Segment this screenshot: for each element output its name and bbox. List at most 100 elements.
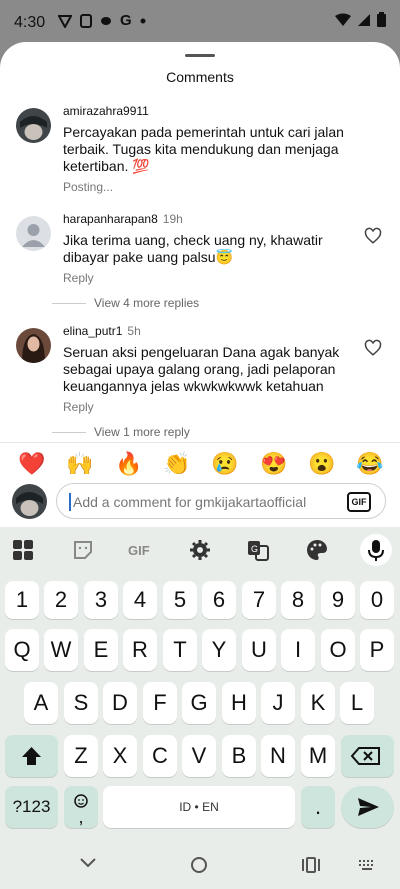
key-d[interactable]: D [103, 682, 137, 724]
key-l[interactable]: L [340, 682, 374, 724]
avatar[interactable] [16, 216, 51, 251]
heart-icon[interactable] [364, 227, 382, 245]
key-j[interactable]: J [261, 682, 295, 724]
recents-icon[interactable] [301, 856, 321, 874]
key-a[interactable]: A [24, 682, 58, 724]
send-icon [358, 798, 379, 816]
key-z[interactable]: Z [64, 735, 98, 777]
comment-username[interactable]: elina_putr1 [63, 324, 122, 338]
voice-input-button[interactable] [360, 534, 392, 566]
key-c[interactable]: C [143, 735, 177, 777]
key-label: I [294, 637, 302, 662]
key-4[interactable]: 4 [123, 581, 157, 619]
key-label: R [132, 637, 148, 662]
key-r[interactable]: R [123, 629, 157, 671]
translate-icon[interactable]: G [247, 539, 269, 561]
settings-icon[interactable] [189, 539, 211, 561]
key-o[interactable]: O [321, 629, 355, 671]
key-label: X [112, 743, 128, 768]
period-key[interactable]: . [301, 786, 335, 828]
gif-button[interactable]: GIF [347, 492, 371, 512]
space-key[interactable]: ID • EN [103, 786, 295, 828]
key-label: 3 [94, 587, 108, 612]
shift-key[interactable] [5, 735, 58, 777]
key-2[interactable]: 2 [44, 581, 78, 619]
comment-username[interactable]: harapanharapan8 [63, 212, 158, 226]
key-w[interactable]: W [44, 629, 78, 671]
shield-v-icon [58, 15, 72, 28]
backspace-key[interactable] [341, 735, 394, 777]
key-i[interactable]: I [281, 629, 315, 671]
key-m[interactable]: M [301, 735, 335, 777]
avatar[interactable] [16, 328, 51, 363]
key-label: Q [13, 637, 31, 662]
key-5[interactable]: 5 [163, 581, 197, 619]
symbols-key[interactable]: ?123 [5, 786, 58, 828]
emoji-heart[interactable]: ❤️ [18, 452, 45, 476]
comment-input[interactable]: Add a comment for gmkijakartaofficial GI… [56, 483, 386, 519]
gif-tab[interactable]: GIF [128, 543, 156, 565]
key-v[interactable]: V [182, 735, 216, 777]
palette-icon[interactable] [306, 539, 328, 561]
key-h[interactable]: H [222, 682, 256, 724]
send-key[interactable] [341, 786, 394, 828]
key-q[interactable]: Q [5, 629, 39, 671]
messenger-icon [101, 17, 111, 25]
key-7[interactable]: 7 [242, 581, 276, 619]
key-e[interactable]: E [84, 629, 118, 671]
key-b[interactable]: B [222, 735, 256, 777]
emoji-heart-eyes[interactable]: 😍 [260, 452, 287, 476]
key-label: B [231, 743, 247, 768]
sheet-title: Comments [166, 69, 234, 85]
key-label: 7 [252, 587, 266, 612]
key-y[interactable]: Y [202, 629, 236, 671]
home-circle-icon[interactable] [190, 856, 208, 874]
apps-grid-icon[interactable] [12, 539, 34, 561]
reply-button[interactable]: Reply [63, 400, 353, 414]
key-g[interactable]: G [182, 682, 216, 724]
heart-icon[interactable] [364, 339, 382, 357]
key-t[interactable]: T [163, 629, 197, 671]
keyboard-switch-icon[interactable] [358, 858, 376, 872]
chevron-down-icon[interactable] [78, 856, 98, 870]
key-label: 6 [212, 587, 226, 612]
key-u[interactable]: U [242, 629, 276, 671]
sticker-icon[interactable] [72, 539, 94, 561]
emoji-fire[interactable]: 🔥 [115, 452, 142, 476]
key-label: D [112, 690, 128, 715]
view-more-replies[interactable]: View 1 more reply [52, 425, 190, 439]
key-3[interactable]: 3 [84, 581, 118, 619]
key-k[interactable]: K [301, 682, 335, 724]
status-bar: 4:30 G [0, 0, 400, 42]
key-0[interactable]: 0 [360, 581, 394, 619]
key-label: J [272, 690, 284, 715]
key-label: W [50, 637, 72, 662]
key-x[interactable]: X [103, 735, 137, 777]
comment-username[interactable]: amirazahra9911 [63, 104, 149, 118]
key-p[interactable]: P [360, 629, 394, 671]
key-1[interactable]: 1 [5, 581, 39, 619]
key-n[interactable]: N [261, 735, 295, 777]
text-caret [69, 493, 71, 511]
key-f[interactable]: F [143, 682, 177, 724]
keyboard: GIF G 1 2 3 4 5 6 7 8 9 0 Q W E R T Y U … [0, 527, 400, 889]
emoji-crying[interactable]: 😢 [211, 452, 238, 476]
emoji-surprised[interactable]: 😮 [308, 452, 335, 476]
key-8[interactable]: 8 [281, 581, 315, 619]
comment-text: Jika terima uang, check uang ny, khawati… [63, 232, 323, 265]
emoji-clap[interactable]: 👏 [163, 452, 190, 476]
reply-button[interactable]: Reply [63, 271, 353, 285]
signal-icon [358, 13, 370, 26]
view-more-replies[interactable]: View 4 more replies [52, 296, 199, 310]
key-s[interactable]: S [64, 682, 98, 724]
key-label: ?123 [12, 797, 51, 816]
key-6[interactable]: 6 [202, 581, 236, 619]
emoji-raised-hands[interactable]: 🙌 [66, 452, 93, 476]
emoji-comma-key[interactable]: , [64, 786, 98, 828]
key-9[interactable]: 9 [321, 581, 355, 619]
avatar[interactable] [16, 108, 51, 143]
key-label: U [251, 637, 267, 662]
drag-handle[interactable] [185, 54, 215, 57]
comment-placeholder: Add a comment for gmkijakartaofficial [73, 494, 307, 510]
emoji-laughing[interactable]: 😂 [356, 452, 383, 476]
